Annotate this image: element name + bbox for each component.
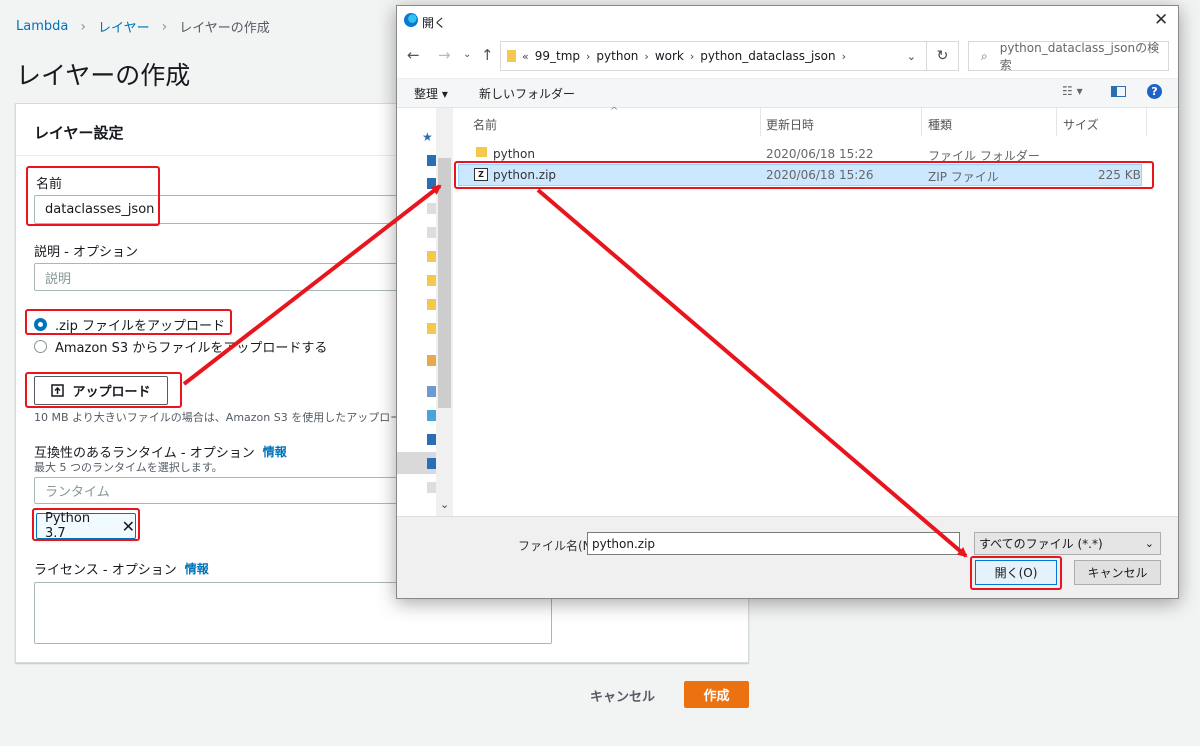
arrow-upload-to-file: [182, 184, 442, 386]
arrow-file-to-open: [536, 188, 968, 558]
annotation-arrows: [182, 184, 968, 558]
